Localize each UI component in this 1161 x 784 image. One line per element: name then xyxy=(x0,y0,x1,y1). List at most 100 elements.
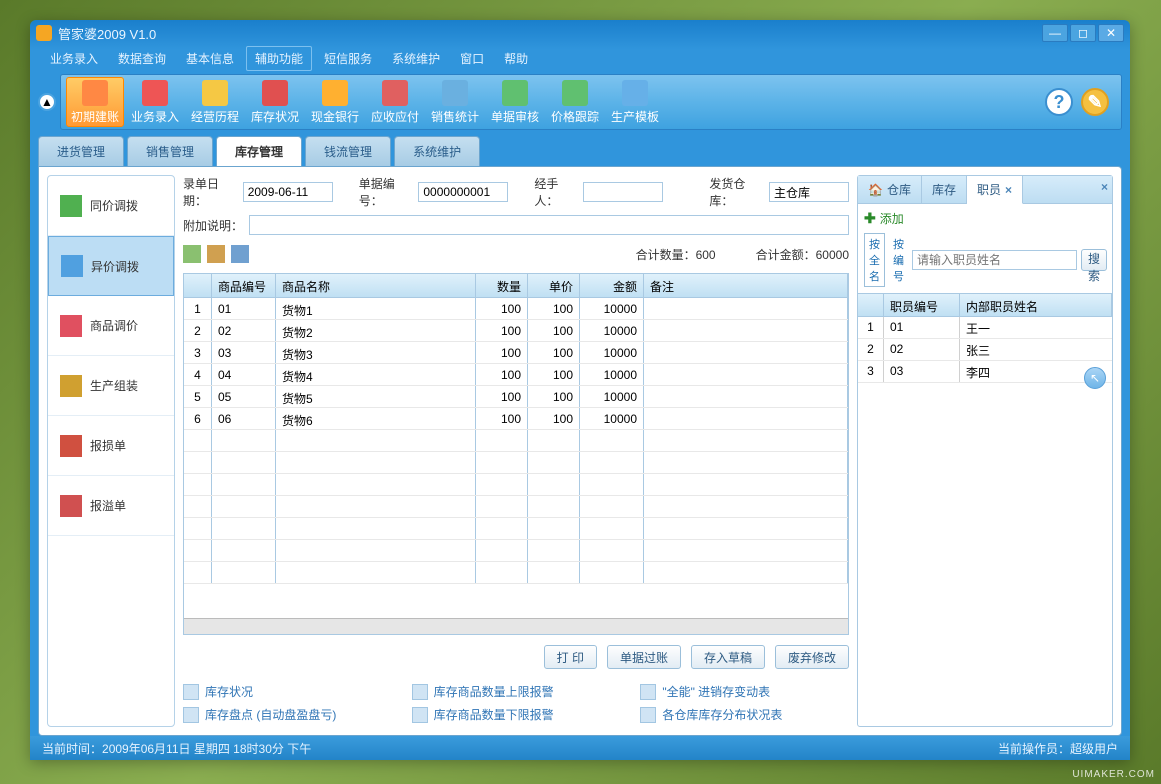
status-time-value: 2009年06月11日 星期四 18时30分 下午 xyxy=(102,740,311,757)
page-tab-0[interactable]: 进货管理 xyxy=(38,136,124,166)
docno-input[interactable] xyxy=(418,182,508,202)
page-tab-3[interactable]: 钱流管理 xyxy=(305,136,391,166)
rp-header-0[interactable] xyxy=(858,294,884,316)
quick-link-3[interactable]: 库存盘点 (自动盘盈盘亏) xyxy=(183,706,392,723)
menu-item-6[interactable]: 窗口 xyxy=(452,47,492,70)
table-row-empty[interactable] xyxy=(184,562,848,584)
handler-input[interactable] xyxy=(583,182,663,202)
toolbar-item-4[interactable]: 现金银行 xyxy=(306,77,364,127)
toolbar-item-0[interactable]: 初期建账 xyxy=(66,77,124,127)
search-button[interactable]: 搜索 xyxy=(1081,249,1107,271)
menu-item-0[interactable]: 业务录入 xyxy=(42,47,106,70)
menu-item-3[interactable]: 辅助功能 xyxy=(246,46,312,71)
globe-icon[interactable]: ✎ xyxy=(1081,88,1109,116)
table-row-empty[interactable] xyxy=(184,452,848,474)
page-tab-4[interactable]: 系统维护 xyxy=(394,136,480,166)
table-row[interactable]: 101货物110010010000 xyxy=(184,298,848,320)
table-row[interactable]: 606货物610010010000 xyxy=(184,408,848,430)
table-row-empty[interactable] xyxy=(184,430,848,452)
right-tab-1[interactable]: 库存 xyxy=(922,176,967,203)
person-icon[interactable] xyxy=(231,245,249,263)
staff-row[interactable]: 303李四 xyxy=(858,361,1112,383)
sidebar-item-0[interactable]: 同价调拨 xyxy=(48,176,174,236)
grid-icon-2[interactable] xyxy=(207,245,225,263)
grid-header-0[interactable] xyxy=(184,274,212,297)
sidebar-item-5[interactable]: 报溢单 xyxy=(48,476,174,536)
right-tab-2[interactable]: 职员× xyxy=(967,176,1023,204)
app-window: 管家婆2009 V1.0 — ◻ ✕ 业务录入数据查询基本信息辅助功能短信服务系… xyxy=(30,20,1130,760)
filter-by-id-button[interactable]: 按编号 xyxy=(889,234,908,286)
link-icon xyxy=(412,707,428,723)
maximize-button[interactable]: ◻ xyxy=(1070,24,1096,42)
staff-row[interactable]: 101王一 xyxy=(858,317,1112,339)
page-tab-1[interactable]: 销售管理 xyxy=(127,136,213,166)
date-input[interactable] xyxy=(243,182,333,202)
print-button[interactable]: 打 印 xyxy=(544,645,597,669)
quick-link-2[interactable]: "全能" 进销存变动表 xyxy=(640,683,849,700)
menu-item-5[interactable]: 系统维护 xyxy=(384,47,448,70)
sidebar-item-1[interactable]: 异价调拨 xyxy=(48,236,174,296)
table-row-empty[interactable] xyxy=(184,518,848,540)
toolbar-collapse-button[interactable]: ▲ xyxy=(38,93,56,111)
table-row-empty[interactable] xyxy=(184,496,848,518)
menu-item-1[interactable]: 数据查询 xyxy=(110,47,174,70)
grid-header-3[interactable]: 数量 xyxy=(476,274,528,297)
menu-item-7[interactable]: 帮助 xyxy=(496,47,536,70)
toolbar-item-6[interactable]: 销售统计 xyxy=(426,77,484,127)
discard-button[interactable]: 废弃修改 xyxy=(775,645,849,669)
close-button[interactable]: ✕ xyxy=(1098,24,1124,42)
tab-close-icon[interactable]: × xyxy=(1005,183,1012,197)
right-panel: × 🏠仓库库存职员× ✚添加 按全名 按编号 搜索 职员编号内部职员姓名 101… xyxy=(857,175,1113,727)
toolbar-item-2[interactable]: 经营历程 xyxy=(186,77,244,127)
horizontal-scrollbar[interactable] xyxy=(184,618,848,634)
table-row[interactable]: 404货物410010010000 xyxy=(184,364,848,386)
sidebar-icon xyxy=(60,375,82,397)
panel-close-icon[interactable]: × xyxy=(1101,180,1108,194)
quick-link-0[interactable]: 库存状况 xyxy=(183,683,392,700)
help-icon[interactable]: ? xyxy=(1045,88,1073,116)
grid-header-6[interactable]: 备注 xyxy=(644,274,848,297)
main-content: 录单日期： 单据编号： 经手人： 发货仓库： 附加说明： xyxy=(183,175,849,727)
right-tab-0[interactable]: 🏠仓库 xyxy=(858,176,922,203)
minimize-button[interactable]: — xyxy=(1042,24,1068,42)
staff-row[interactable]: 202张三 xyxy=(858,339,1112,361)
table-row-empty[interactable] xyxy=(184,474,848,496)
sidebar-item-4[interactable]: 报损单 xyxy=(48,416,174,476)
table-row[interactable]: 303货物310010010000 xyxy=(184,342,848,364)
rp-header-2[interactable]: 内部职员姓名 xyxy=(960,294,1112,316)
toolbar-item-1[interactable]: 业务录入 xyxy=(126,77,184,127)
sidebar-item-2[interactable]: 商品调价 xyxy=(48,296,174,356)
rp-header-1[interactable]: 职员编号 xyxy=(884,294,960,316)
toolbar-item-7[interactable]: 单据审核 xyxy=(486,77,544,127)
sidebar-item-3[interactable]: 生产组装 xyxy=(48,356,174,416)
status-user-value: 超级用户 xyxy=(1070,742,1118,756)
grid-header-1[interactable]: 商品编号 xyxy=(212,274,276,297)
add-button[interactable]: ✚添加 xyxy=(858,204,1112,233)
grid-header-2[interactable]: 商品名称 xyxy=(276,274,476,297)
table-row-empty[interactable] xyxy=(184,540,848,562)
toolbar-item-8[interactable]: 价格跟踪 xyxy=(546,77,604,127)
note-input[interactable] xyxy=(249,215,849,235)
table-row[interactable]: 505货物510010010000 xyxy=(184,386,848,408)
filter-by-name-button[interactable]: 按全名 xyxy=(864,233,885,287)
grid-header-5[interactable]: 金额 xyxy=(580,274,644,297)
menu-item-2[interactable]: 基本信息 xyxy=(178,47,242,70)
warehouse-input[interactable] xyxy=(769,182,849,202)
quick-link-1[interactable]: 库存商品数量上限报警 xyxy=(412,683,621,700)
staff-search-input[interactable] xyxy=(912,250,1077,270)
scroll-up-icon[interactable]: ↖ xyxy=(1084,367,1106,389)
table-row[interactable]: 202货物210010010000 xyxy=(184,320,848,342)
post-button[interactable]: 单据过账 xyxy=(607,645,681,669)
total-qty-label: 合计数量： xyxy=(636,248,696,262)
quick-link-5[interactable]: 各仓库库存分布状况表 xyxy=(640,706,849,723)
toolbar-item-9[interactable]: 生产模板 xyxy=(606,77,664,127)
toolbar-item-5[interactable]: 应收应付 xyxy=(366,77,424,127)
menu-item-4[interactable]: 短信服务 xyxy=(316,47,380,70)
save-draft-button[interactable]: 存入草稿 xyxy=(691,645,765,669)
grid-header-4[interactable]: 单价 xyxy=(528,274,580,297)
sidebar-icon xyxy=(61,255,83,277)
quick-link-4[interactable]: 库存商品数量下限报警 xyxy=(412,706,621,723)
toolbar-item-3[interactable]: 库存状况 xyxy=(246,77,304,127)
grid-icon-1[interactable] xyxy=(183,245,201,263)
page-tab-2[interactable]: 库存管理 xyxy=(216,136,302,166)
